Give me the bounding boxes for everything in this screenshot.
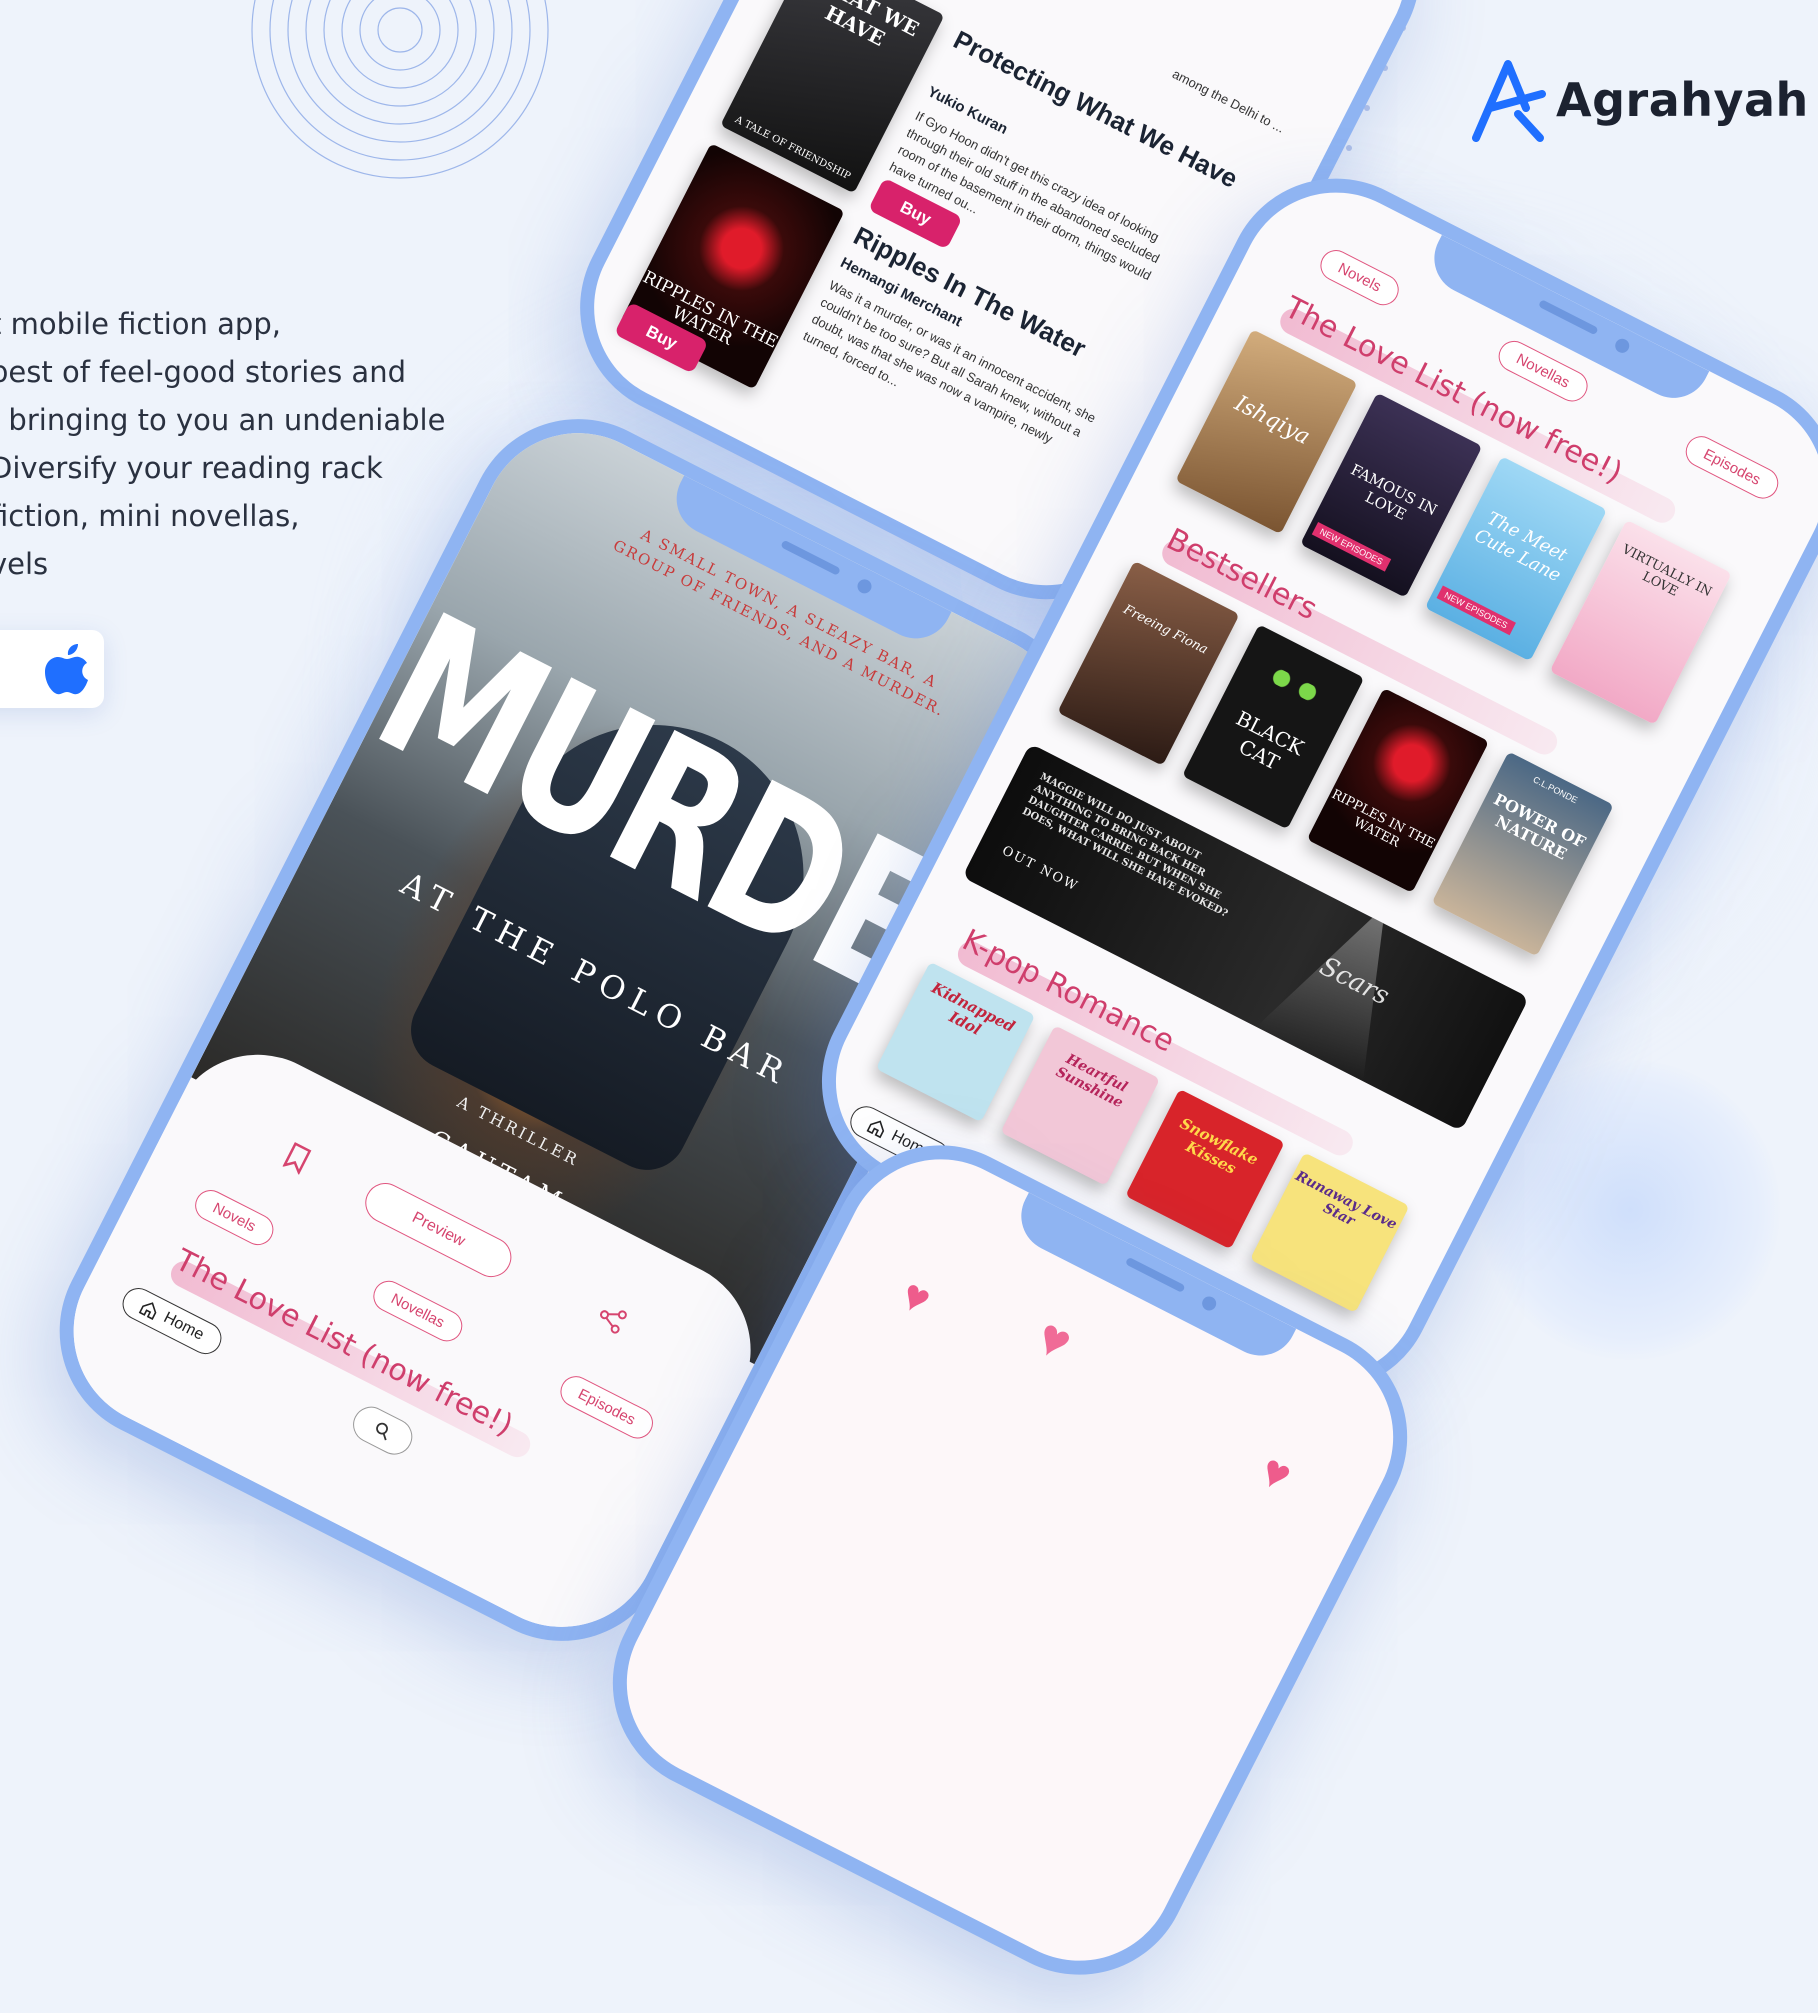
tab-novels[interactable]: Novels bbox=[1315, 244, 1404, 311]
tab-novellas[interactable]: Novellas bbox=[368, 1275, 468, 1347]
camera bbox=[1612, 336, 1632, 356]
brand-logo: Agrahyah bbox=[1468, 58, 1809, 142]
heart-icon: ♥ bbox=[893, 1269, 939, 1326]
banner-cta: OUT NOW bbox=[999, 843, 1081, 895]
intro-line: Diversify your reading rack bbox=[0, 451, 383, 485]
book-cover[interactable]: Runaway Love Star bbox=[1249, 1152, 1410, 1313]
home-icon bbox=[138, 1302, 157, 1320]
section-title-love-list: The Love List (now free!) bbox=[169, 1242, 519, 1444]
apple-icon bbox=[45, 644, 88, 695]
speaker bbox=[780, 539, 841, 576]
truncated-text: among the Delhi to ... bbox=[1169, 66, 1287, 136]
cover-badge: NEW EPISODES bbox=[1311, 521, 1391, 572]
heart-icon: ♥ bbox=[1252, 1443, 1301, 1502]
tab-novels[interactable]: Novels bbox=[189, 1184, 279, 1251]
cover-title: Runaway Love Star bbox=[1292, 1168, 1400, 1234]
share-icon[interactable] bbox=[593, 1300, 631, 1338]
search-nav-button[interactable] bbox=[346, 1400, 419, 1461]
preview-button[interactable]: Preview bbox=[358, 1176, 519, 1284]
bookmark-icon[interactable] bbox=[281, 1141, 313, 1176]
camera bbox=[855, 576, 874, 596]
intro-line: vels bbox=[0, 547, 49, 581]
brand-name: Agrahyah bbox=[1556, 73, 1809, 127]
home-label: Home bbox=[160, 1309, 207, 1344]
cover-badge: NEW EPISODES bbox=[1436, 585, 1516, 635]
app-store-button[interactable] bbox=[0, 630, 104, 708]
home-icon bbox=[866, 1120, 885, 1139]
speaker bbox=[1538, 299, 1599, 336]
speaker bbox=[1124, 1256, 1186, 1293]
intro-text: t mobile fiction app, best of feel-good … bbox=[0, 300, 450, 588]
cover-title: VIRTUALLY IN LOVE bbox=[1619, 542, 1715, 601]
search-icon bbox=[376, 1422, 388, 1441]
tab-episodes[interactable]: Episodes bbox=[1680, 430, 1784, 504]
intro-line: t mobile fiction app, bbox=[0, 307, 281, 341]
grid-dot bbox=[1346, 145, 1352, 151]
tab-episodes[interactable]: Episodes bbox=[555, 1370, 659, 1444]
camera bbox=[1199, 1294, 1219, 1313]
concentric-rings-decoration bbox=[251, 0, 549, 179]
intro-line: , bringing to you an undeniable bbox=[0, 403, 446, 437]
banner-spotlight bbox=[1256, 893, 1431, 1081]
intro-line: best of feel-good stories and bbox=[0, 355, 406, 389]
heart-icon: ♥ bbox=[1027, 1307, 1082, 1373]
agrahyah-logo-icon bbox=[1472, 60, 1546, 142]
intro-line: fiction, mini novellas, bbox=[0, 499, 300, 533]
